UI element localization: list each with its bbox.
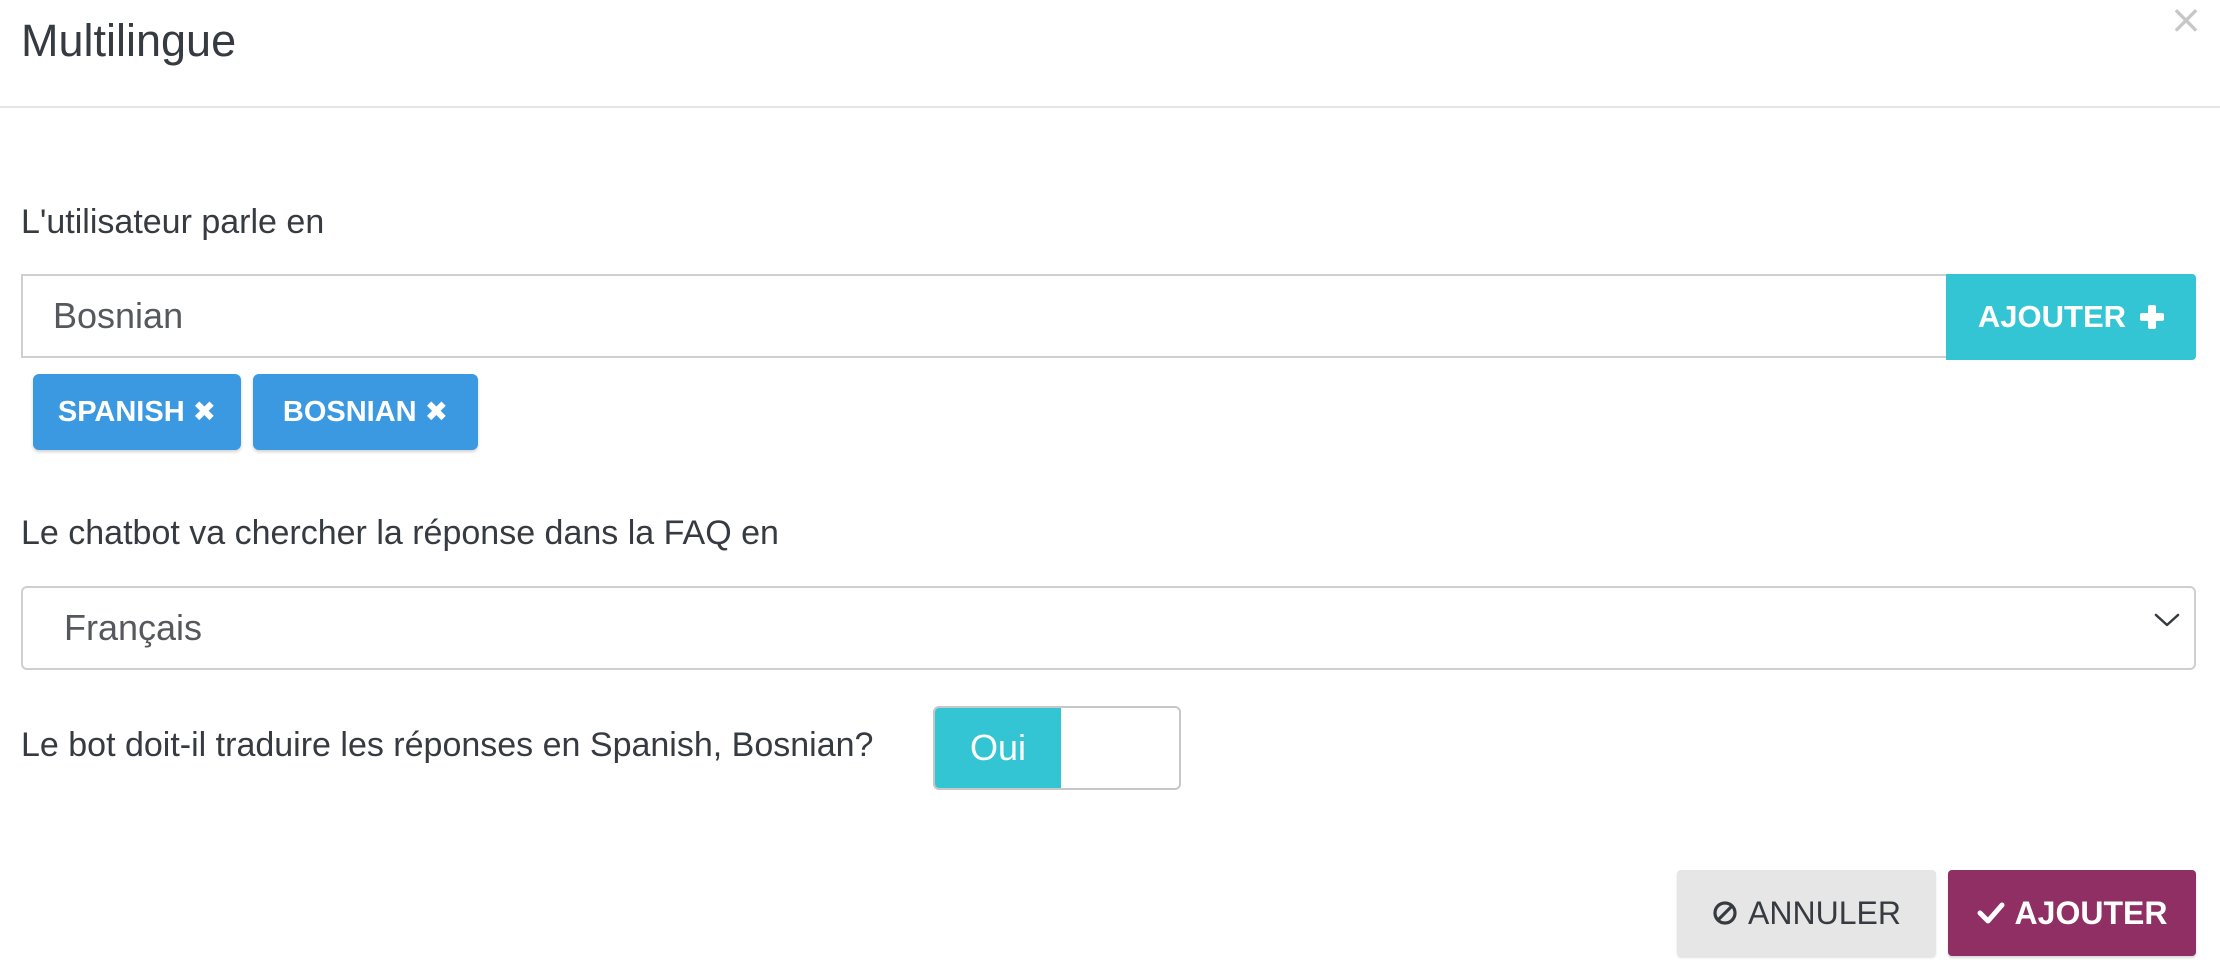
close-icon: × — [2169, 0, 2203, 43]
cancel-button[interactable]: ANNULER — [1677, 870, 1936, 956]
cancel-button-label: ANNULER — [1748, 894, 1901, 931]
translate-question: Le bot doit-il traduire les réponses en … — [21, 726, 874, 764]
faq-language-select[interactable]: Français — [21, 586, 2196, 670]
language-tag-label: SPANISH — [57, 395, 185, 428]
modal-header: Multilingue × — [0, 0, 2220, 108]
ban-icon — [1713, 901, 1737, 925]
faq-language-selected: Français — [64, 607, 203, 648]
language-tag-spanish[interactable]: SPANISH ✖ — [33, 374, 241, 450]
modal-title: Multilingue — [21, 15, 237, 66]
close-button[interactable]: × — [2164, 0, 2208, 40]
chevron-down-icon — [2154, 613, 2180, 627]
remove-icon[interactable]: ✖ — [425, 398, 448, 426]
language-tag-bosnian[interactable]: BOSNIAN ✖ — [253, 374, 478, 450]
user-language-label: L'utilisateur parle en — [21, 203, 325, 241]
check-icon — [1977, 902, 2005, 924]
submit-button-label: AJOUTER — [2014, 894, 2168, 931]
plus-icon — [2140, 305, 2165, 329]
add-language-button-label: AJOUTER — [1977, 299, 2127, 334]
translate-toggle[interactable]: Oui — [933, 706, 1181, 790]
user-language-input[interactable] — [21, 274, 1947, 358]
language-tag-label: BOSNIAN — [282, 395, 417, 428]
submit-button[interactable]: AJOUTER — [1948, 870, 2196, 956]
remove-icon[interactable]: ✖ — [193, 398, 216, 426]
translate-toggle-on: Oui — [935, 708, 1061, 788]
add-language-button[interactable]: AJOUTER — [1946, 274, 2196, 360]
multilingual-modal: Multilingue × L'utilisateur parle en AJO… — [0, 0, 2220, 974]
faq-language-label: Le chatbot va chercher la réponse dans l… — [21, 514, 779, 552]
